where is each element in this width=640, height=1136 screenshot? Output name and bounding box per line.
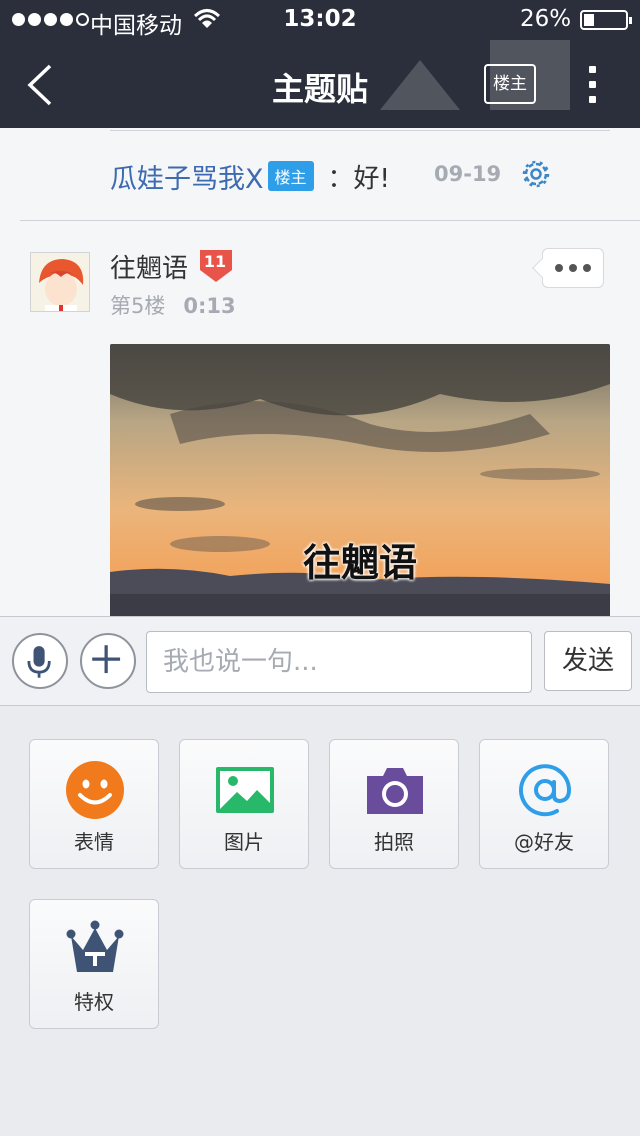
avatar-image [31,253,89,311]
send-button[interactable]: 发送 [544,631,632,691]
reply-composer: 发送 [0,616,640,706]
divider [20,220,640,221]
reply-item: 瓜娃子骂我X 楼主 ：好! [110,157,390,196]
status-bar: 中国移动 13:02 26% [0,0,640,40]
reply-date: 09-19 [434,162,502,186]
more-tools-button[interactable] [80,633,136,689]
tools-panel: 表情 图片 拍照 @好友 特权 [0,706,640,1136]
picture-tool-button[interactable]: 图片 [179,739,309,869]
avatar[interactable] [30,252,90,312]
battery-icon [580,10,632,30]
post-meta: 第5楼 0:13 [110,290,236,320]
plus-icon [92,645,121,674]
floor-number: 第5楼 [110,294,166,318]
tool-label: 特权 [74,990,114,1014]
divider [110,130,610,131]
privilege-tool-button[interactable]: 特权 [29,899,159,1029]
tool-label: 图片 [224,830,264,854]
more-menu-button[interactable] [584,66,600,106]
tool-label: 表情 [74,830,114,854]
owner-badge: 楼主 [267,161,314,191]
level-badge: 11 [198,248,234,284]
ellipsis-icon [555,264,591,272]
post-image[interactable]: 往魍语 [110,344,610,616]
voice-input-button[interactable] [12,633,68,689]
owner-only-toggle[interactable]: 楼主 [484,64,536,104]
tool-label: @好友 [514,830,574,854]
camera-icon [367,768,423,814]
top-bar: 中国移动 13:02 26% 主题贴 楼主 [0,0,640,128]
post-time: 0:13 [183,294,236,318]
image-caption: 往魍语 [302,541,417,585]
crown-icon [66,920,124,972]
reply-input[interactable] [146,631,532,693]
smiley-icon [66,761,124,819]
gear-icon[interactable] [520,158,552,190]
page-title: 主题贴 [271,70,368,108]
at-icon [519,764,572,817]
picture-icon [216,767,274,813]
post-username[interactable]: 往魍语 [110,248,188,285]
level-number: 11 [203,252,227,271]
reply-username-link[interactable]: 瓜娃子骂我X [110,157,264,196]
emoji-tool-button[interactable]: 表情 [29,739,159,869]
camera-tool-button[interactable]: 拍照 [329,739,459,869]
reply-text: ：好! [327,163,390,194]
thread-content[interactable]: 瓜娃子骂我X 楼主 ：好! 09-19 往魍语 11 第5楼 0:13 往魍语 [0,128,640,616]
post-options-button[interactable] [532,248,604,288]
microphone-icon [27,646,51,678]
mention-friend-tool-button[interactable]: @好友 [479,739,609,869]
battery-percentage: 26% [520,6,572,32]
tool-label: 拍照 [374,830,414,854]
